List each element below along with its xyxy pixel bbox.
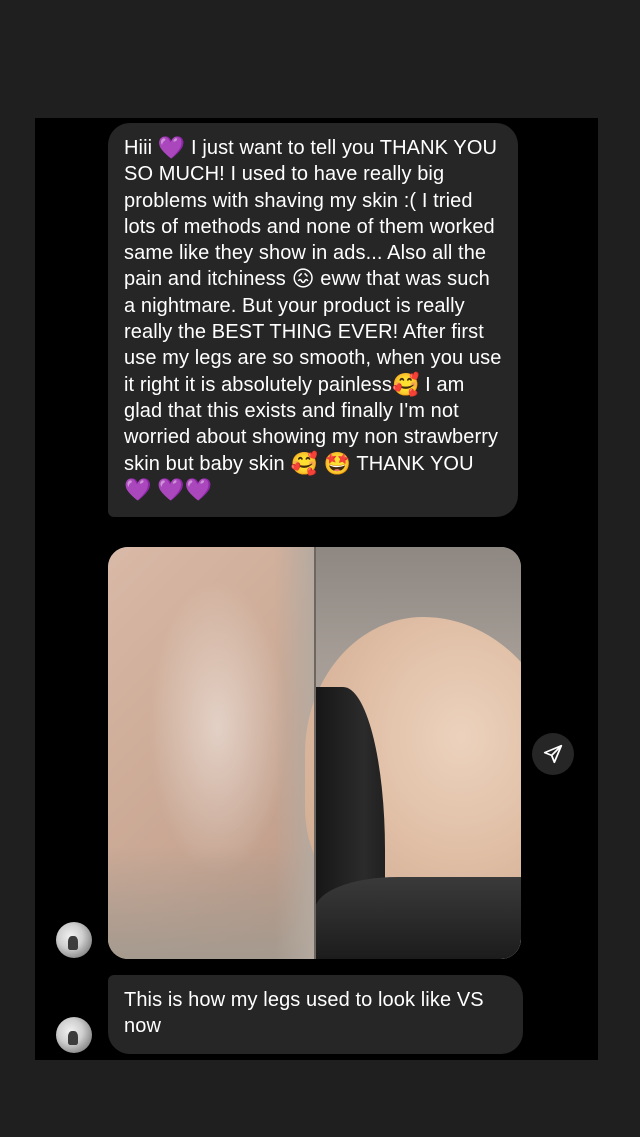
emoji: 🥰 xyxy=(391,372,420,398)
message-text: This is how my legs used to look like VS… xyxy=(124,989,484,1038)
sender-avatar[interactable] xyxy=(56,922,92,958)
emoji: 🥰 xyxy=(290,451,318,477)
photo-divider xyxy=(314,547,316,959)
emoji: 💜 xyxy=(184,477,213,503)
message-bubble-second[interactable]: This is how my legs used to look like VS… xyxy=(108,975,523,1054)
story-screen: Hiii 💜 I just want to tell you THANK YOU… xyxy=(0,0,640,1137)
emoji: 🤩 xyxy=(323,451,352,477)
message-bubble-first[interactable]: Hiii 💜 I just want to tell you THANK YOU… xyxy=(108,123,518,518)
before-after-photo[interactable] xyxy=(108,547,521,959)
emoji: 😖 xyxy=(291,267,315,293)
before-photo-half xyxy=(108,547,315,959)
message-text: Hiii xyxy=(124,137,158,159)
emoji: 💜 xyxy=(157,136,186,161)
after-photo-half xyxy=(305,547,521,959)
share-button[interactable] xyxy=(532,733,574,775)
message-text: THANK YOU xyxy=(351,452,474,475)
emoji: 💜 xyxy=(157,477,185,503)
sender-avatar[interactable] xyxy=(56,1017,92,1053)
emoji: 💜 xyxy=(124,477,152,503)
paper-plane-icon xyxy=(543,744,563,764)
